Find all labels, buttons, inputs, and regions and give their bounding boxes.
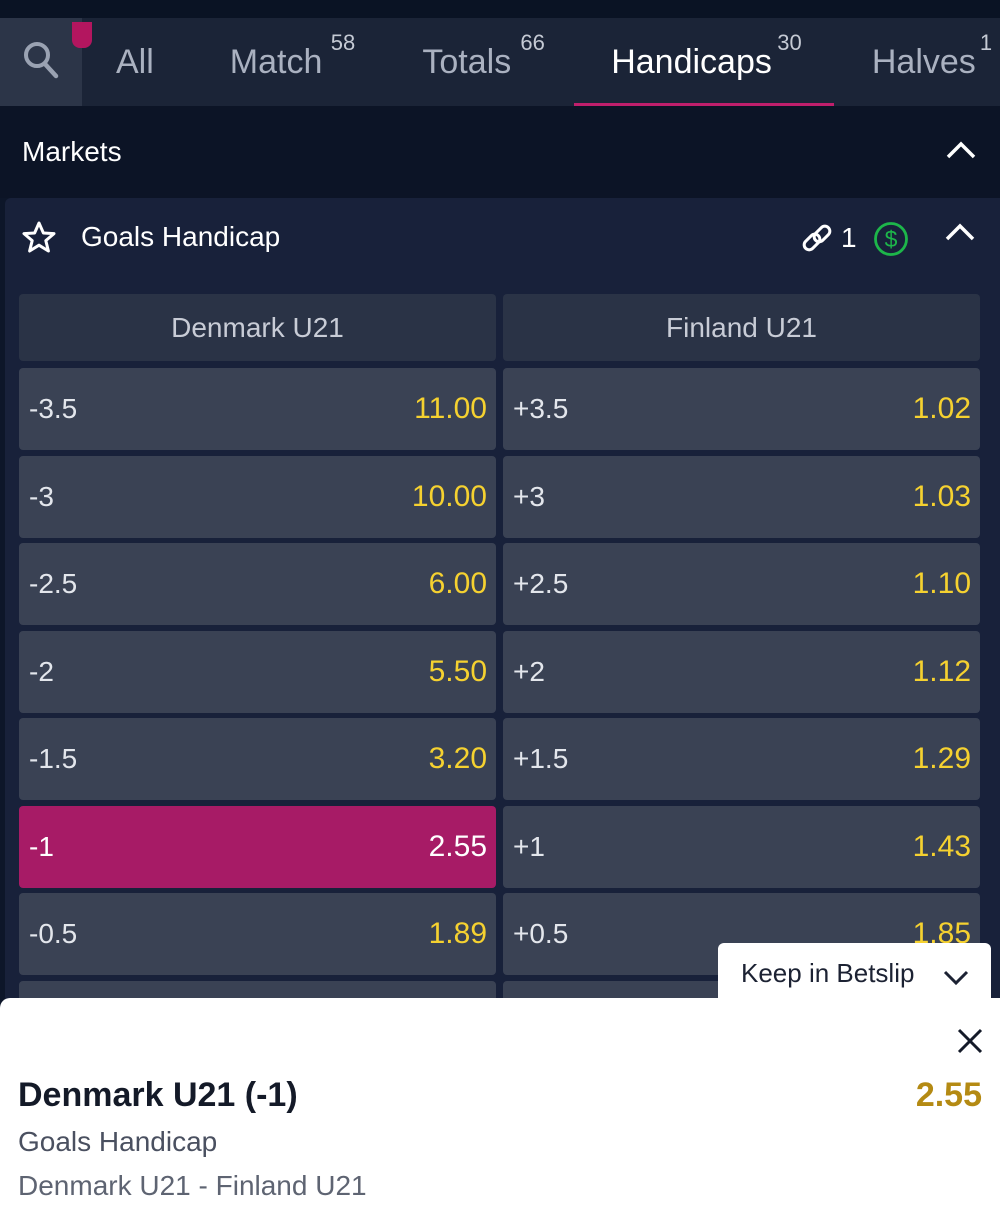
- tab-handicaps[interactable]: Handicaps 30: [574, 18, 834, 106]
- tab-label: Handicaps: [611, 42, 772, 81]
- tab-count: 1: [979, 30, 993, 55]
- chevron-down-icon: [943, 963, 969, 994]
- handicap-line: +2.5: [513, 568, 569, 599]
- betslip-event: Denmark U21 - Finland U21: [18, 1170, 367, 1201]
- handicap-line: +2: [513, 655, 545, 687]
- odds-value: 1.12: [912, 654, 971, 688]
- top-strip: [0, 0, 1000, 18]
- search-icon: [23, 41, 59, 84]
- odds-button-away[interactable]: +2 1.12: [503, 630, 980, 713]
- handicap-line: -2: [29, 655, 54, 687]
- market-title: Goals Handicap: [81, 221, 281, 252]
- odds-value: 6.00: [428, 567, 487, 600]
- svg-text:$: $: [885, 226, 898, 252]
- betslip-sheet: Denmark U21 (-1) 2.55 Goals Handicap Den…: [0, 998, 1000, 1212]
- odds-value: 1.03: [912, 479, 971, 513]
- search-button[interactable]: [0, 18, 92, 106]
- odds-button-home[interactable]: -2 5.50: [19, 630, 496, 713]
- odds-value: 2.55: [428, 829, 487, 863]
- tab-count: 30: [777, 30, 802, 55]
- markets-header[interactable]: Markets: [0, 106, 1000, 198]
- odds-button-away[interactable]: +3.5 1.02: [503, 368, 980, 450]
- odds-value: 1.89: [428, 917, 487, 950]
- tab-label: Halves: [871, 42, 976, 81]
- linked-count: 1: [841, 222, 857, 253]
- handicap-line: -3.5: [29, 393, 78, 424]
- odds-value: 1.29: [912, 742, 971, 775]
- betslip-market: Goals Handicap: [18, 1126, 218, 1157]
- tab-label: Totals: [422, 42, 512, 81]
- market-header[interactable]: Goals Handicap 1 $: [5, 198, 1000, 282]
- market-tabs: All Match 58 Totals 66 Handicaps 30 Halv…: [0, 18, 1000, 106]
- tab-all[interactable]: All: [116, 18, 154, 106]
- tab-count: 58: [330, 30, 356, 55]
- chevron-up-icon[interactable]: [946, 140, 976, 165]
- tab-totals[interactable]: Totals 66: [422, 18, 544, 106]
- odds-value: 5.50: [428, 654, 487, 688]
- link-icon[interactable]: [800, 221, 834, 260]
- team-header-away: Finland U21: [503, 294, 980, 361]
- handicap-line: -1.5: [29, 743, 78, 774]
- handicap-line: -2.5: [29, 568, 78, 599]
- odds-button-home[interactable]: -3 10.00: [19, 455, 496, 538]
- betslip-selection: Denmark U21 (-1): [18, 1076, 298, 1114]
- odds-value: 1.43: [912, 829, 971, 863]
- handicap-line: -0.5: [29, 918, 78, 949]
- chevron-up-icon[interactable]: [945, 222, 975, 247]
- handicap-line: +1.5: [513, 743, 569, 774]
- odds-button-home[interactable]: -2.5 6.00: [19, 543, 496, 625]
- odds-button-away[interactable]: +2.5 1.10: [503, 543, 980, 625]
- handicap-line: +0.5: [513, 918, 569, 949]
- team-header-home: Denmark U21: [19, 294, 496, 361]
- handicap-line: +3: [513, 480, 545, 512]
- handicap-line: -1: [29, 830, 54, 862]
- tab-count: 66: [520, 30, 545, 55]
- odds-button-home[interactable]: -1.5 3.20: [19, 718, 496, 800]
- close-icon[interactable]: [957, 1028, 983, 1059]
- markets-title: Markets: [22, 136, 122, 167]
- dollar-icon[interactable]: $: [873, 221, 909, 262]
- handicap-line: +3.5: [513, 393, 569, 424]
- odds-button-home[interactable]: -0.5 1.89: [19, 893, 496, 975]
- odds-value: 10.00: [411, 479, 487, 513]
- odds-value: 1.10: [912, 567, 971, 600]
- odds-value: 1.02: [912, 392, 971, 425]
- tab-match[interactable]: Match 58: [229, 18, 355, 106]
- odds-value: 3.20: [428, 742, 487, 775]
- keep-in-betslip-toggle[interactable]: Keep in Betslip: [718, 943, 991, 1003]
- odds-button-home[interactable]: -3.5 11.00: [19, 368, 496, 450]
- odds-button-home[interactable]: -1 2.55: [19, 805, 496, 888]
- tab-halves[interactable]: Halves 1: [871, 18, 992, 106]
- odds-button-away[interactable]: +1 1.43: [503, 805, 980, 888]
- tab-label: Match: [229, 42, 323, 81]
- odds-button-away[interactable]: +3 1.03: [503, 455, 980, 538]
- betslip-odds: 2.55: [915, 1076, 982, 1114]
- odds-value: 11.00: [414, 392, 487, 425]
- star-icon[interactable]: [21, 220, 57, 261]
- tab-label: All: [116, 42, 154, 81]
- market-panel: Goals Handicap 1 $ Denmark U21 Finland U…: [5, 198, 1000, 1063]
- handicap-line: -3: [29, 480, 54, 512]
- odds-button-away[interactable]: +1.5 1.29: [503, 718, 980, 800]
- keep-in-betslip-label: Keep in Betslip: [741, 957, 915, 988]
- handicap-line: +1: [513, 830, 545, 862]
- notification-marker: [72, 22, 92, 48]
